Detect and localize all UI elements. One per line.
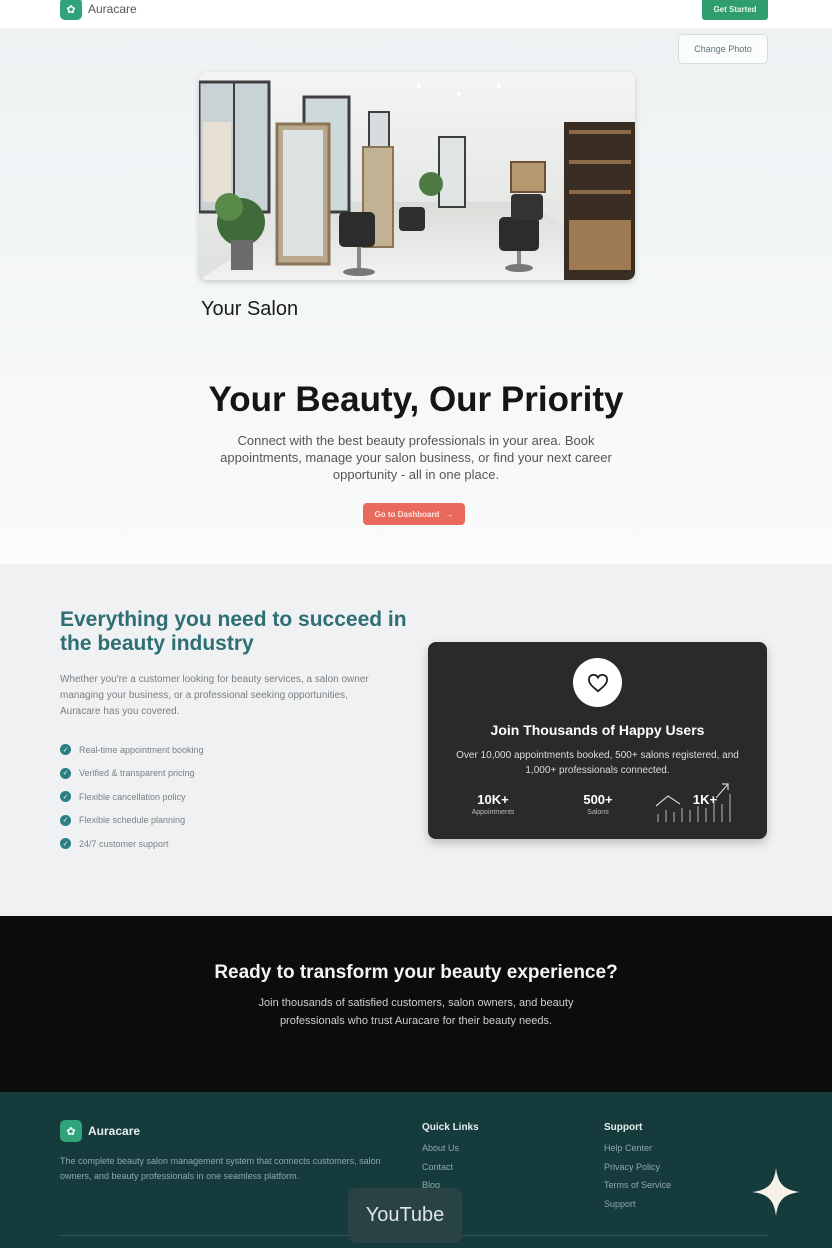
- footer-description: The complete beauty salon management sys…: [60, 1156, 381, 1181]
- list-item: ✓ Real-time appointment booking: [60, 738, 204, 762]
- brand-name: Auracare: [88, 2, 137, 16]
- salon-name: Your Salon: [201, 298, 299, 320]
- features-section: Everything you need to succeed in the be…: [0, 564, 832, 916]
- leaf-icon: ✿: [60, 0, 82, 20]
- dashboard-button-label: Go to Dashboard: [374, 509, 440, 519]
- stat-value: 10K+: [477, 792, 509, 807]
- list-item: ✓ Flexible cancellation policy: [60, 785, 204, 809]
- feature-label: Flexible schedule planning: [79, 815, 186, 826]
- footer-link-support[interactable]: Support: [604, 1199, 671, 1218]
- arrow-right-icon: →: [445, 509, 454, 519]
- support-title: Support: [604, 1122, 643, 1133]
- cta-subtitle: Join thousands of satisfied customers, s…: [258, 997, 574, 1027]
- check-icon: ✓: [60, 791, 71, 803]
- stat-value: 1K+: [692, 792, 718, 807]
- features-title: Everything you need to succeed in the be…: [60, 608, 407, 655]
- stats-card: Join Thousands of Happy Users Over 10,00…: [428, 642, 767, 839]
- heart-icon: [573, 658, 622, 707]
- hero-subtitle: Connect with the best beauty professiona…: [220, 433, 612, 482]
- cta-section: Ready to transform your beauty experienc…: [0, 916, 832, 1092]
- hero-title: Your Beauty, Our Priority: [208, 380, 624, 419]
- go-to-dashboard-button[interactable]: Go to Dashboard →: [363, 503, 465, 525]
- footer-link-help-center[interactable]: Help Center: [604, 1143, 671, 1162]
- check-icon: ✓: [60, 767, 71, 779]
- brand[interactable]: ✿ Auracare: [60, 0, 137, 20]
- feature-list: ✓ Real-time appointment booking ✓ Verified…: [60, 738, 204, 856]
- salon-photo: [199, 72, 635, 280]
- cta-title: Ready to transform your beauty experienc…: [214, 962, 618, 983]
- get-started-button[interactable]: Get Started: [702, 0, 768, 20]
- footer-link-terms[interactable]: Terms of Service: [604, 1180, 671, 1199]
- youtube-badge[interactable]: YouTube: [348, 1188, 462, 1243]
- stat-label: Salons: [587, 809, 609, 816]
- sparkle-icon[interactable]: [750, 1166, 802, 1218]
- check-icon: ✓: [60, 814, 71, 826]
- card-title: Join Thousands of Happy Users: [490, 722, 705, 738]
- check-icon: ✓: [60, 838, 71, 850]
- features-description: Whether you're a customer looking for be…: [60, 674, 369, 717]
- footer-link-privacy[interactable]: Privacy Policy: [604, 1162, 671, 1181]
- check-icon: ✓: [60, 744, 71, 756]
- stat-salons: 500+ Salons: [565, 792, 631, 816]
- feature-label: Flexible cancellation policy: [79, 791, 186, 802]
- feature-label: Verified & transparent pricing: [79, 768, 195, 779]
- change-photo-button[interactable]: Change Photo: [678, 34, 768, 64]
- top-nav: ✿ Auracare Get Started: [0, 0, 832, 28]
- list-item: ✓ Verified & transparent pricing: [60, 762, 204, 786]
- stat-professionals: 1K+: [680, 792, 730, 809]
- list-item: ✓ 24/7 customer support: [60, 832, 204, 856]
- salon-interior-image: [199, 72, 635, 280]
- list-item: ✓ Flexible schedule planning: [60, 809, 204, 833]
- hero-section: Change Photo Your Salon Your Beauty, Our…: [0, 28, 832, 564]
- stat-label: Appointments: [471, 809, 515, 816]
- footer-link-about[interactable]: About Us: [422, 1143, 479, 1162]
- footer-link-contact[interactable]: Contact: [422, 1162, 479, 1181]
- feature-label: Real-time appointment booking: [79, 744, 204, 755]
- footer-brand[interactable]: ✿ Auracare: [60, 1120, 140, 1142]
- quick-links-title: Quick Links: [422, 1122, 479, 1133]
- support-column: Support Help Center Privacy Policy Terms…: [604, 1122, 671, 1217]
- stat-appointments: 10K+ Appointments: [460, 792, 526, 816]
- feature-label: 24/7 customer support: [79, 838, 169, 849]
- footer-brand-name: Auracare: [88, 1124, 141, 1138]
- leaf-icon: ✿: [60, 1120, 82, 1142]
- stat-value: 500+: [583, 792, 613, 807]
